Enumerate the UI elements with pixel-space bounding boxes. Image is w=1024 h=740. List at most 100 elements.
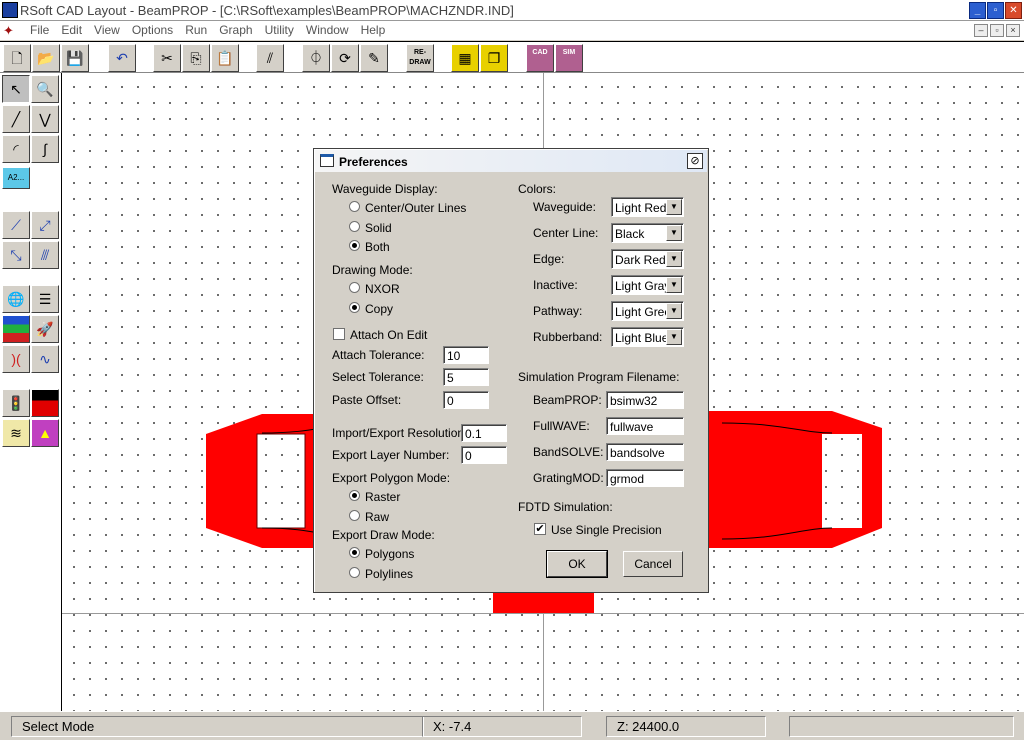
- select-tolerance-input[interactable]: 5: [443, 368, 489, 386]
- inactive-color-value: Light Gray: [615, 279, 667, 293]
- globe-tool-button[interactable]: 🌐: [2, 285, 30, 313]
- polygons-label: Polygons: [365, 547, 415, 561]
- gratingmod-filename-input[interactable]: grmod: [606, 469, 684, 487]
- mdi-close-button[interactable]: ×: [1006, 24, 1020, 37]
- close-button[interactable]: ✕: [1005, 2, 1022, 19]
- chevron-down-icon[interactable]: ▼: [666, 225, 682, 241]
- select-tool-button[interactable]: ↖: [2, 75, 30, 103]
- import-export-resolution-label: Import/Export Resolution:: [332, 426, 468, 440]
- monitor-tool-button[interactable]: 🚦: [2, 389, 30, 417]
- maximize-button[interactable]: ▫: [987, 2, 1004, 19]
- annotation-tool-button[interactable]: A2...: [2, 167, 30, 189]
- inactive-color-select[interactable]: Light Gray ▼: [611, 275, 684, 295]
- fullwave-filename-input[interactable]: fullwave: [606, 417, 684, 435]
- segment-tool-button[interactable]: ⤡: [2, 241, 30, 269]
- taper-tool-button[interactable]: ⋁: [31, 105, 59, 133]
- menu-utility[interactable]: Utility: [259, 23, 300, 37]
- cancel-button[interactable]: Cancel: [623, 551, 683, 577]
- launch-tool-button[interactable]: 🚀: [31, 315, 59, 343]
- document-menu-icon[interactable]: ✦: [3, 23, 19, 38]
- beamprop-filename-input[interactable]: bsimw32: [606, 391, 684, 409]
- refresh-button[interactable]: ⟳: [331, 44, 359, 72]
- copy-button[interactable]: ⎘: [182, 44, 210, 72]
- import-export-resolution-input[interactable]: 0.1: [461, 424, 507, 442]
- menu-graph[interactable]: Graph: [213, 23, 258, 37]
- contour-tool-button[interactable]: ≋: [2, 419, 30, 447]
- paste-icon: 📋: [216, 50, 234, 66]
- sim-book-icon: SIM: [562, 49, 576, 56]
- radio-solid[interactable]: [349, 221, 360, 232]
- dialog-close-button[interactable]: ⊘: [687, 153, 703, 169]
- save-button[interactable]: 💾: [61, 44, 89, 72]
- offset-tool-button[interactable]: ⫻: [31, 241, 59, 269]
- list-tool-button[interactable]: ☰: [31, 285, 59, 313]
- profile-tool-button[interactable]: ∿: [31, 345, 59, 373]
- chevron-down-icon[interactable]: ▼: [666, 199, 682, 215]
- menu-help[interactable]: Help: [355, 23, 392, 37]
- rotate-button[interactable]: ⏀: [302, 44, 330, 72]
- chevron-down-icon[interactable]: ▼: [666, 277, 682, 293]
- coupler-tool-button[interactable]: )(: [2, 345, 30, 373]
- radio-nxor[interactable]: [349, 282, 360, 293]
- menu-file[interactable]: File: [24, 23, 55, 37]
- radio-polygons[interactable]: [349, 547, 360, 558]
- connect-tool-button[interactable]: ⟋: [2, 211, 30, 239]
- open-file-button[interactable]: 📂: [32, 44, 60, 72]
- radio-copy[interactable]: [349, 302, 360, 313]
- menu-view[interactable]: View: [88, 23, 126, 37]
- pathway-color-select[interactable]: Light Green ▼: [611, 301, 684, 321]
- attach-on-edit-checkbox[interactable]: [333, 328, 345, 340]
- radio-raster[interactable]: [349, 490, 360, 501]
- sim-help-button[interactable]: SIM: [555, 44, 583, 72]
- menu-options[interactable]: Options: [126, 23, 179, 37]
- redraw-button[interactable]: RE-DRAW: [406, 44, 434, 72]
- index-profile-tool-button[interactable]: [31, 389, 59, 417]
- multi-window-button[interactable]: ❐: [480, 44, 508, 72]
- center-line-color-select[interactable]: Black ▼: [611, 223, 684, 243]
- select-tolerance-label: Select Tolerance:: [332, 370, 424, 384]
- new-file-icon: 🗋: [11, 50, 23, 66]
- radio-both[interactable]: [349, 240, 360, 251]
- field-tool-button[interactable]: ▲: [31, 419, 59, 447]
- grid-edit-button[interactable]: ✎: [360, 44, 388, 72]
- paste-offset-input[interactable]: 0: [443, 391, 489, 409]
- rubberband-color-select[interactable]: Light Blue ▼: [611, 327, 684, 347]
- radio-raw[interactable]: [349, 510, 360, 521]
- minimize-button[interactable]: _: [969, 2, 986, 19]
- zoom-tool-button[interactable]: 🔍: [31, 75, 59, 103]
- chevron-down-icon[interactable]: ▼: [666, 329, 682, 345]
- sbend-tool-button[interactable]: ∫: [31, 135, 59, 163]
- menu-run[interactable]: Run: [179, 23, 213, 37]
- radio-polylines[interactable]: [349, 567, 360, 578]
- folder-icon: 📂: [37, 50, 55, 66]
- line-tool-button[interactable]: ╱: [2, 105, 30, 133]
- arc-tool-button[interactable]: ◜: [2, 135, 30, 163]
- use-single-precision-checkbox[interactable]: ✔: [534, 523, 546, 535]
- cad-help-button[interactable]: CAD: [526, 44, 554, 72]
- paste-button[interactable]: 📋: [211, 44, 239, 72]
- list-icon: ☰: [38, 291, 52, 307]
- export-draw-mode-label: Export Draw Mode:: [332, 528, 435, 542]
- attach-tolerance-input[interactable]: 10: [443, 346, 489, 364]
- mdi-restore-button[interactable]: ▫: [990, 24, 1004, 37]
- edge-color-select[interactable]: Dark Red ▼: [611, 249, 684, 269]
- menu-edit[interactable]: Edit: [55, 23, 88, 37]
- chevron-down-icon[interactable]: ▼: [666, 303, 682, 319]
- layout-view-button[interactable]: ▦: [451, 44, 479, 72]
- menu-window[interactable]: Window: [300, 23, 355, 37]
- bandsolve-filename-input[interactable]: bandsolve: [606, 443, 684, 461]
- cut-button[interactable]: ✂: [153, 44, 181, 72]
- new-file-button[interactable]: 🗋: [3, 44, 31, 72]
- waveguide-color-select[interactable]: Light Red ▼: [611, 197, 684, 217]
- mdi-minimize-button[interactable]: –: [974, 24, 988, 37]
- radio-center-outer-lines[interactable]: [349, 201, 360, 212]
- undo-button[interactable]: ↶: [108, 44, 136, 72]
- output-waveguide[interactable]: [493, 593, 594, 613]
- layers-tool-button[interactable]: [2, 315, 30, 343]
- connect-arrow-tool-button[interactable]: ⤢: [31, 211, 59, 239]
- profile-curve-icon: ∿: [39, 351, 51, 367]
- chevron-down-icon[interactable]: ▼: [666, 251, 682, 267]
- parallel-lines-button[interactable]: ⫽: [256, 44, 284, 72]
- ok-button[interactable]: OK: [546, 550, 608, 578]
- export-layer-number-input[interactable]: 0: [461, 446, 507, 464]
